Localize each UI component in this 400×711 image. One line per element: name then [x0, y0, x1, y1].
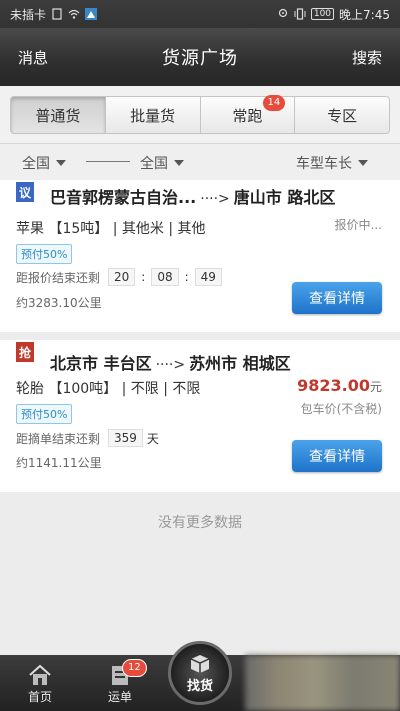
- countdown-seconds: 49: [194, 268, 222, 286]
- goods-name: 苹果: [16, 221, 44, 237]
- tab-label: 普通货: [35, 106, 81, 125]
- app-header: 消息 货源广场 搜索: [0, 28, 400, 86]
- goods-weight: 【100吨】: [48, 381, 118, 397]
- grab-tag-icon: 抢: [16, 342, 34, 362]
- countdown-hours: 20: [108, 268, 136, 286]
- tab-regular-routes[interactable]: 常跑 14: [199, 95, 295, 133]
- filter-bar: 全国 全国 车型车长: [0, 144, 400, 180]
- vibrate-icon: [294, 8, 306, 20]
- nav-orders[interactable]: 运单 12: [90, 655, 150, 711]
- messages-button[interactable]: 消息: [18, 47, 48, 68]
- carrier-text: 未插卡: [10, 7, 47, 22]
- route-arrow-icon: ····>: [155, 357, 186, 373]
- no-more-data: 没有更多数据: [158, 515, 242, 531]
- prepay-badge: 预付50%: [16, 244, 73, 264]
- tab-special-zone[interactable]: 专区: [294, 97, 389, 133]
- view-details-button[interactable]: 查看详情: [292, 282, 382, 314]
- status-bar: 未插卡 100 晚上7:45: [0, 0, 400, 28]
- nav-home[interactable]: 首页: [10, 655, 70, 711]
- countdown-label: 距报价结束还剩: [16, 270, 101, 285]
- bottom-nav: 首页 运单 12 找货: [0, 641, 400, 711]
- app-notification-icon: [85, 8, 98, 20]
- distance: 约1141.11公里: [16, 456, 102, 470]
- countdown: 距报价结束还剩 20: 08: 49: [16, 268, 226, 286]
- sim-icon: [52, 8, 62, 20]
- tab-bar: 普通货 批量货 常跑 14 专区: [0, 86, 400, 144]
- wifi-icon: [68, 9, 80, 19]
- negotiable-tag-icon: 议: [16, 182, 34, 202]
- price: 9823.00元: [297, 376, 382, 395]
- destination-filter[interactable]: 全国: [140, 153, 184, 173]
- countdown-label: 距摘单结束还剩: [16, 431, 101, 446]
- segmented-control: 普通货 批量货 常跑 14 专区: [10, 95, 390, 134]
- route-origin: 北京市 丰台区: [50, 354, 152, 373]
- tab-label: 专区: [327, 106, 358, 125]
- price-note: 包车价(不含税): [300, 402, 382, 416]
- home-icon: [29, 664, 51, 685]
- blurred-area: [245, 655, 400, 711]
- clock: 晚上7:45: [339, 7, 390, 22]
- route-destination: 苏州市 相城区: [189, 354, 291, 373]
- goods-name: 轮胎: [16, 381, 44, 397]
- route: 巴音郭楞蒙古自治... ····> 唐山市 路北区: [50, 184, 335, 208]
- origin-filter-label: 全国: [22, 156, 50, 172]
- goods-info: 苹果 【15吨】 | 其他米 | 其他: [16, 218, 206, 238]
- battery-icon: 100: [310, 8, 335, 20]
- orders-badge: 12: [122, 659, 147, 677]
- page-title: 货源广场: [162, 48, 238, 69]
- route-origin: 巴音郭楞蒙古自治...: [50, 188, 197, 207]
- prepay-badge: 预付50%: [16, 404, 73, 424]
- truck-filter-label: 车型车长: [296, 156, 352, 172]
- box-icon: [190, 654, 210, 673]
- countdown: 距摘单结束还剩 359 天: [16, 429, 159, 447]
- tab-label: 常跑: [232, 106, 263, 125]
- nav-home-label: 首页: [27, 690, 52, 704]
- nav-find-cargo[interactable]: 找货: [168, 641, 232, 705]
- tab-normal-cargo[interactable]: 普通货: [11, 97, 105, 133]
- view-details-button[interactable]: 查看详情: [292, 440, 382, 472]
- goods-weight: 【15吨】: [48, 221, 109, 237]
- search-button[interactable]: 搜索: [352, 47, 382, 68]
- caret-down-icon: [56, 160, 66, 166]
- tab-bulk-cargo[interactable]: 批量货: [104, 97, 200, 133]
- tab-label: 批量货: [130, 106, 176, 125]
- countdown-days: 359: [108, 429, 143, 447]
- cargo-card[interactable]: 抢 北京市 丰台区 ····> 苏州市 相城区 轮胎 【100吨】 | 不限 | 不…: [0, 340, 400, 492]
- countdown-minutes: 08: [151, 268, 179, 286]
- route-divider: [86, 161, 130, 162]
- route: 北京市 丰台区 ····> 苏州市 相城区: [50, 350, 291, 374]
- route-destination: 唐山市 路北区: [233, 188, 336, 207]
- distance: 约3283.10公里: [16, 296, 102, 310]
- quote-status: 报价中...: [334, 218, 382, 232]
- origin-filter[interactable]: 全国: [22, 153, 66, 173]
- goods-spec: | 其他米 | 其他: [112, 221, 206, 237]
- nav-orders-label: 运单: [107, 690, 132, 704]
- route-arrow-icon: ····>: [200, 191, 230, 207]
- days-unit: 天: [146, 431, 159, 446]
- nav-find-label: 找货: [186, 678, 213, 694]
- caret-down-icon: [174, 160, 184, 166]
- truck-type-filter[interactable]: 车型车长: [296, 153, 368, 173]
- count-badge: 14: [262, 95, 286, 111]
- caret-down-icon: [358, 160, 368, 166]
- goods-info: 轮胎 【100吨】 | 不限 | 不限: [16, 378, 200, 398]
- cargo-card[interactable]: 议 巴音郭楞蒙古自治... ····> 唐山市 路北区 苹果 【15吨】 | 其他米…: [0, 180, 400, 332]
- goods-spec: | 不限 | 不限: [121, 381, 201, 397]
- location-icon: [278, 8, 287, 18]
- destination-filter-label: 全国: [140, 156, 168, 172]
- price-unit: 元: [369, 380, 382, 394]
- price-value: 9823.00: [297, 376, 370, 395]
